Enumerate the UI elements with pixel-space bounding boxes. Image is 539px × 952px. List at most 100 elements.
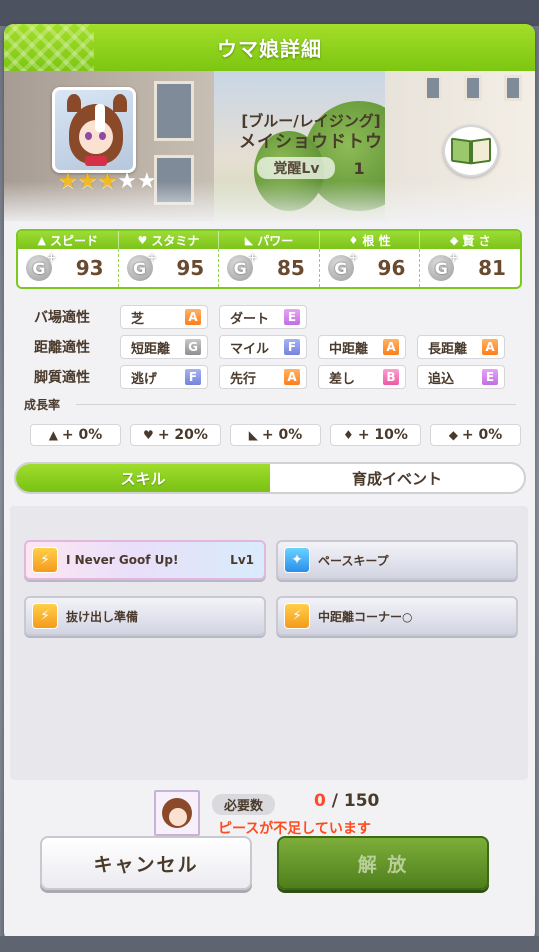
shoe-icon: ▲ [37, 233, 47, 247]
stat-value: 85 [276, 256, 305, 280]
stat-grade: G [434, 258, 448, 278]
stat-header-label: スピード [50, 233, 99, 248]
stat-grade: G [133, 258, 147, 278]
growth-rate-chip: ◆ + 0% [430, 424, 521, 446]
stat-cell: G + 85 [219, 249, 320, 287]
aptitude-grade: E [482, 369, 498, 385]
aptitude-strategy-row: 脚質適性 逃げ F 先行 A 差し B 追込 E [20, 362, 520, 392]
flame-icon: ♦ [343, 428, 354, 442]
aptitude-name: マイル [230, 341, 270, 357]
character-detail-dialog: ウマ娘詳細 ★ ★ ★ ★ ★ [ブルー/レイジング] メイショウドトウ 覚醒Lv [4, 24, 535, 942]
grade-plus-icon: + [348, 251, 358, 264]
skill-name: ペースキープ [318, 553, 389, 568]
skill-name: 抜け出し準備 [66, 609, 139, 624]
mortarboard-icon: ◆ [449, 233, 459, 247]
aptitude-grade: A [383, 339, 399, 355]
stat-grade-badge: G + [327, 251, 358, 281]
shoe-icon: ▲ [48, 428, 58, 442]
stats-header-row: ▲ スピード ♥ スタミナ ◣ パワー ♦ 根 性 ◆ 賢 さ [18, 231, 520, 249]
aptitude-name: 差し [329, 371, 356, 387]
stat-value: 93 [75, 256, 104, 280]
star-empty-icon: ★ [136, 169, 157, 194]
dialog-title: ウマ娘詳細 [217, 37, 322, 61]
aptitude-chip: 芝A [120, 305, 208, 329]
stat-header-label: 根 性 [362, 233, 391, 248]
speed-skill-icon: ⚡ [32, 547, 58, 573]
aptitude-name: 追込 [428, 371, 455, 387]
stat-cell: G +96 [320, 249, 421, 287]
star-filled-icon: ★ [58, 169, 78, 194]
stat-header: ◣ パワー [219, 231, 320, 249]
aptitude-name: ダート [230, 311, 270, 327]
awaken-level: 覚醒Lv 1 [216, 157, 406, 179]
aptitude-label: バ場適性 [34, 310, 90, 326]
growth-rate-value: + 10% [357, 427, 408, 443]
portrait-eye [99, 132, 106, 140]
speed-skill-icon: ⚡ [32, 603, 58, 629]
stat-value: 81 [478, 256, 506, 280]
star-filled-icon: ★ [97, 169, 118, 194]
insufficient-pieces-warning: ピースが不足しています [218, 821, 371, 837]
aptitude-track-row: バ場適性 芝 A ダート E [20, 302, 520, 332]
stats-table: ▲ スピード ♥ スタミナ ◣ パワー ♦ 根 性 ◆ 賢 さ G +93 G +95 G +85 G +96 G… [16, 229, 522, 289]
stat-grade-badge: G + [126, 251, 157, 281]
skill-item[interactable]: ✦ ペースキープ [276, 540, 518, 580]
aptitude-chip: マイル F [219, 335, 307, 359]
stat-grade: G [334, 258, 348, 278]
stat-cell: G +93 [18, 249, 119, 287]
stamina-skill-icon: ✦ [284, 547, 310, 573]
star-empty-icon: ★ [117, 169, 137, 194]
skill-item[interactable]: ⚡ 中距離コーナー○ [276, 596, 518, 636]
current-piece-count: 0 [314, 791, 326, 811]
required-count: 0 / 150 [314, 791, 379, 811]
character-epithet: [ブルー/レイジング] [241, 112, 381, 130]
tab-training-event[interactable]: 育成イベント [270, 464, 524, 492]
grade-plus-icon: + [247, 251, 258, 264]
count-separator: / [325, 791, 344, 811]
background-window [154, 81, 194, 141]
growth-rate-value: + 0% [261, 427, 303, 443]
bottom-strip [0, 936, 539, 952]
aptitude-name: 芝 [131, 311, 145, 327]
awaken-level-value: 1 [353, 158, 365, 178]
stat-grade-badge: G + [428, 251, 458, 281]
aptitude-label: 距離適性 [34, 340, 90, 356]
awaken-level-label: 覚醒Lv [257, 157, 336, 179]
cancel-button[interactable]: キャンセル [40, 836, 252, 890]
stat-value: 96 [377, 256, 406, 280]
tab-skill[interactable]: スキル [16, 464, 270, 492]
growth-rate-value: + 20% [157, 427, 208, 443]
profile-book-button[interactable] [443, 125, 499, 177]
star-filled-icon: ★ [77, 169, 98, 194]
character-portrait[interactable] [52, 87, 136, 173]
stats-value-row: G +93 G +95 G +85 G +96 G +81 [18, 249, 520, 287]
aptitude-name: 先行 [230, 371, 257, 387]
stat-grade-badge: G + [227, 251, 257, 281]
stat-header-label: 賢 さ [462, 233, 491, 248]
aptitude-label: 脚質適性 [34, 370, 90, 386]
skill-item[interactable]: ⚡ I Never Goof Up! Lv1 [24, 540, 266, 580]
aptitude-grade: A [482, 339, 498, 355]
character-name-block: [ブルー/レイジング] メイショウドトウ 覚醒Lv 1 [216, 111, 406, 179]
aptitude-name: 逃げ [131, 371, 158, 387]
skill-level: Lv1 [230, 553, 254, 567]
aptitude-chip: 短距離 G [120, 335, 208, 359]
stat-header-label: パワー [257, 233, 294, 248]
background-window [424, 75, 442, 101]
growth-rate-chip: ◣ + 0% [230, 424, 321, 446]
aptitude-chip: ダート E [219, 305, 307, 329]
piece-requirement: 必要数 0 / 150 ピースが不足しています [154, 788, 454, 838]
aptitude-name: 短距離 [131, 341, 171, 357]
release-button[interactable]: 解 放 [277, 836, 489, 890]
aptitude-chip: 中距離 A [318, 335, 406, 359]
rarity-stars: ★ ★ ★ ★ ★ [58, 171, 157, 193]
aptitude-grade: B [383, 369, 399, 385]
aptitude-grade: F [185, 369, 201, 385]
aptitude-chip: 逃げ F [120, 365, 208, 389]
stat-header: ▲ スピード [18, 231, 119, 249]
heart-icon: ♥ [143, 428, 154, 442]
skill-item[interactable]: ⚡ 抜け出し準備 [24, 596, 266, 636]
aptitude-grade: E [284, 309, 300, 325]
stat-cell: G +95 [119, 249, 220, 287]
aptitude-grade: G [185, 339, 201, 355]
